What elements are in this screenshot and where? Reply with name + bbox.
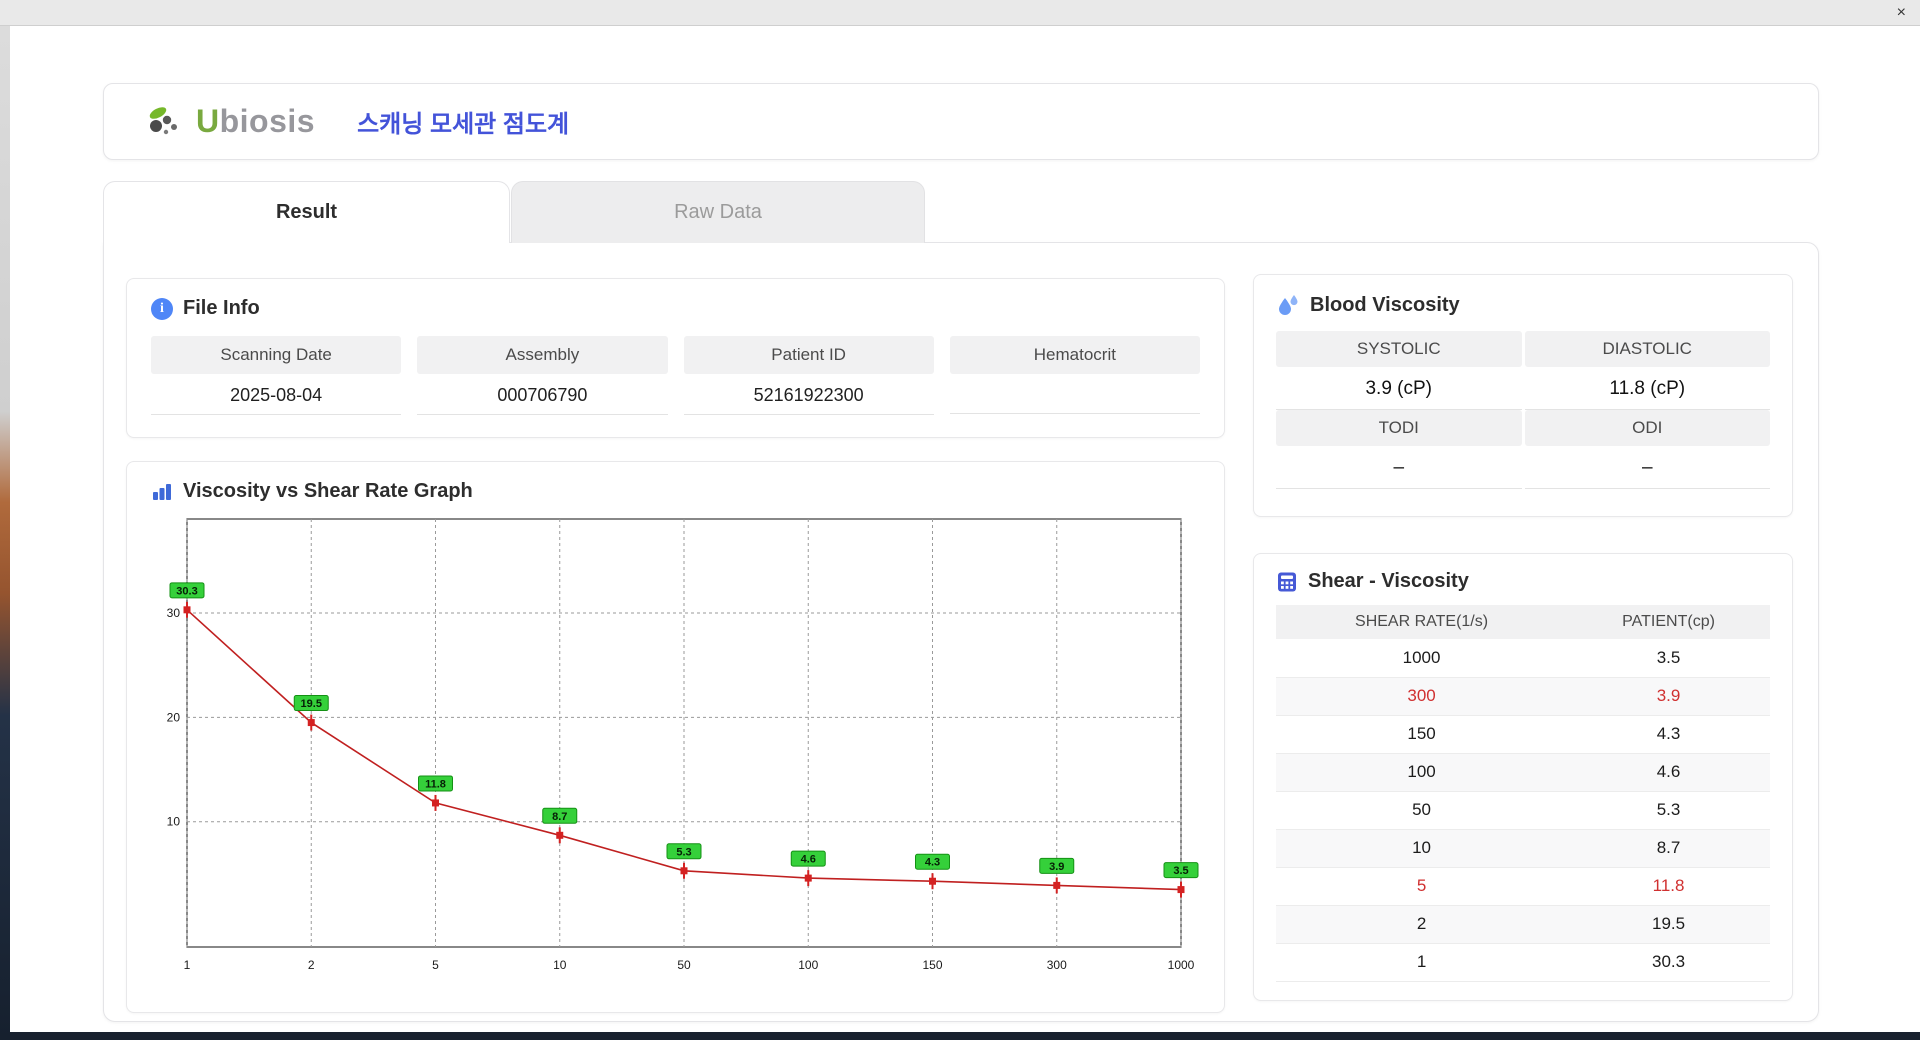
svg-text:300: 300 — [1047, 958, 1067, 972]
shear-rate-cell: 10 — [1276, 829, 1568, 868]
svg-text:3.5: 3.5 — [1173, 865, 1188, 877]
svg-text:30.3: 30.3 — [176, 585, 197, 597]
svg-text:1000: 1000 — [1168, 958, 1195, 972]
field-value: 2025-08-04 — [151, 374, 402, 415]
patient-cell: 3.9 — [1567, 677, 1770, 716]
patient-cell: 19.5 — [1567, 905, 1770, 944]
svg-text:4.3: 4.3 — [925, 857, 940, 869]
todi-value: – — [1276, 446, 1522, 489]
shear-rate-column-header: SHEAR RATE(1/s) — [1276, 605, 1568, 639]
close-icon[interactable]: × — [1897, 3, 1906, 23]
table-row: 10 8.7 — [1276, 829, 1770, 868]
brand-logo: Ubiosis — [146, 103, 315, 140]
svg-text:5: 5 — [432, 958, 439, 972]
table-row: 150 4.3 — [1276, 715, 1770, 754]
svg-text:2: 2 — [308, 958, 315, 972]
patient-cell: 11.8 — [1567, 867, 1770, 906]
table-row: 100 4.6 — [1276, 753, 1770, 792]
svg-text:11.8: 11.8 — [425, 778, 446, 790]
shear-viscosity-title: Shear - Viscosity — [1308, 570, 1469, 592]
app-window: Ubiosis 스캐닝 모세관 점도계 Result Raw Data i Fi… — [10, 26, 1920, 1032]
table-row: 300 3.9 — [1276, 677, 1770, 716]
field-label: Patient ID — [683, 336, 934, 374]
table-row: 2 19.5 — [1276, 905, 1770, 944]
shear-rate-cell: 100 — [1276, 753, 1568, 792]
patient-column-header: PATIENT(cp) — [1567, 605, 1770, 639]
patient-cell: 30.3 — [1567, 943, 1770, 982]
droplet-icon — [1279, 295, 1298, 315]
field-label: Scanning Date — [151, 336, 402, 374]
svg-text:20: 20 — [167, 710, 181, 724]
info-icon: i — [151, 297, 173, 320]
field-assembly: Assembly 000706790 — [417, 336, 668, 415]
patient-cell: 8.7 — [1567, 829, 1770, 868]
graph-title: Viscosity vs Shear Rate Graph — [183, 480, 473, 502]
svg-text:3.9: 3.9 — [1049, 861, 1064, 873]
field-value — [949, 374, 1200, 414]
viscosity-shear-chart: 10 20 30 1 2 5 10 50 100 150 300 1000 30.3 19.5 11.8 8.… — [167, 518, 1199, 972]
odi-header: ODI — [1524, 410, 1770, 446]
svg-text:100: 100 — [798, 958, 818, 972]
svg-text:150: 150 — [922, 958, 942, 972]
table-row: 1000 3.5 — [1276, 639, 1770, 678]
shear-rate-cell: 1 — [1276, 943, 1568, 982]
field-label: Hematocrit — [949, 336, 1200, 374]
patient-cell: 4.3 — [1567, 715, 1770, 754]
svg-text:4.6: 4.6 — [801, 854, 816, 866]
systolic-header: SYSTOLIC — [1276, 331, 1522, 367]
field-label: Assembly — [417, 336, 668, 374]
shear-rate-cell: 300 — [1276, 677, 1568, 716]
diastolic-header: DIASTOLIC — [1524, 331, 1770, 367]
field-patient-id: Patient ID 52161922300 — [683, 336, 934, 415]
shear-rate-cell: 150 — [1276, 715, 1568, 754]
main-content-card: i File Info Scanning Date 2025-08-04 Ass… — [103, 242, 1819, 1022]
svg-text:19.5: 19.5 — [301, 698, 322, 710]
odi-value: – — [1524, 446, 1770, 489]
svg-text:50: 50 — [677, 958, 691, 972]
ubiosis-mark-icon — [149, 106, 177, 134]
systolic-value: 3.9 (cP) — [1276, 367, 1522, 410]
table-row: 5 11.8 — [1276, 867, 1770, 906]
shear-rate-cell: 5 — [1276, 867, 1568, 906]
svg-text:10: 10 — [167, 815, 181, 829]
chart-area: 10 20 30 1 2 5 10 50 100 150 300 1000 30.3 19.5 11.8 8.… — [151, 511, 1200, 985]
field-value: 52161922300 — [683, 374, 934, 415]
svg-text:30: 30 — [167, 606, 181, 620]
tab-result[interactable]: Result — [103, 181, 510, 243]
blood-viscosity-title: Blood Viscosity — [1310, 293, 1460, 316]
title-bar: × — [0, 0, 1920, 26]
header: Ubiosis 스캐닝 모세관 점도계 — [103, 83, 1819, 160]
shear-rate-cell: 1000 — [1276, 639, 1568, 678]
page-title: 스캐닝 모세관 점도계 — [357, 111, 570, 138]
todi-header: TODI — [1276, 410, 1522, 446]
viscosity-graph-card: Viscosity vs Shear Rate Graph 10 20 30 1 2 5 1… — [126, 461, 1225, 1013]
patient-cell: 5.3 — [1567, 791, 1770, 830]
svg-text:8.7: 8.7 — [552, 811, 567, 823]
table-row: 1 30.3 — [1276, 943, 1770, 982]
patient-cell: 4.6 — [1567, 753, 1770, 792]
svg-text:1: 1 — [184, 958, 191, 972]
field-scanning-date: Scanning Date 2025-08-04 — [151, 336, 402, 415]
table-row: 50 5.3 — [1276, 791, 1770, 830]
diastolic-value: 11.8 (cP) — [1524, 367, 1770, 410]
tab-raw-data[interactable]: Raw Data — [511, 181, 925, 243]
svg-text:10: 10 — [553, 958, 567, 972]
field-hematocrit: Hematocrit — [949, 336, 1200, 415]
patient-cell: 3.5 — [1567, 639, 1770, 678]
blood-viscosity-card: Blood Viscosity SYSTOLIC DIASTOLIC 3.9 (… — [1253, 274, 1793, 517]
shear-viscosity-card: Shear - Viscosity SHEAR RATE(1/s) PATIEN… — [1253, 553, 1793, 1001]
calculator-icon — [1278, 572, 1296, 591]
shear-viscosity-table: SHEAR RATE(1/s) PATIENT(cp) 1000 3.5 300 3… — [1276, 605, 1770, 982]
svg-text:5.3: 5.3 — [676, 846, 691, 858]
file-info-card: i File Info Scanning Date 2025-08-04 Ass… — [126, 278, 1225, 438]
brand-wordmark: Ubiosis — [196, 103, 316, 139]
shear-rate-cell: 50 — [1276, 791, 1568, 830]
shear-rate-cell: 2 — [1276, 905, 1568, 944]
file-info-title: File Info — [183, 297, 260, 319]
field-value: 000706790 — [417, 374, 668, 415]
bar-chart-icon — [153, 483, 171, 500]
desktop-background-sliver — [0, 26, 10, 1040]
